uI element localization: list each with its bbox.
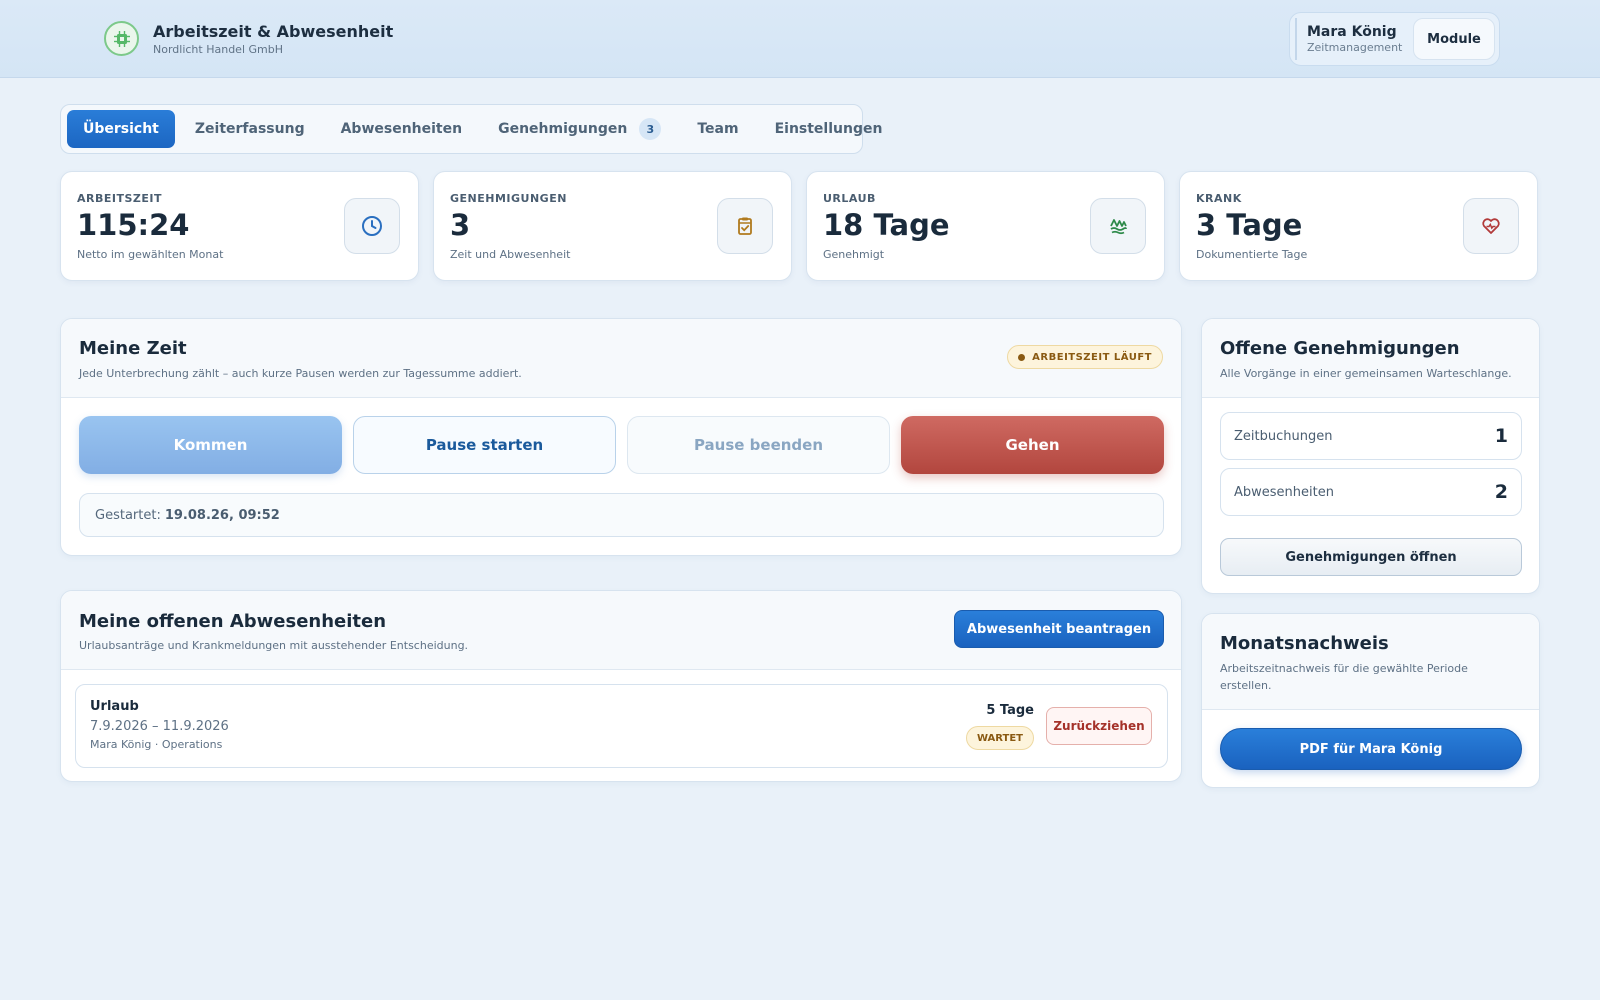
stat-value: 18 Tage	[823, 208, 950, 242]
tab-absences[interactable]: Abwesenheiten	[325, 110, 479, 148]
tab-team[interactable]: Team	[681, 110, 754, 148]
status-badge: WARTET	[965, 726, 1034, 750]
started-label: Gestartet:	[95, 507, 161, 523]
clock-in-button[interactable]: Kommen	[79, 416, 342, 474]
app-title: Arbeitszeit & Abwesenheit	[153, 21, 394, 41]
stat-sub: Genehmigt	[823, 248, 885, 261]
pending-approvals-desc: Alle Vorgänge in einer gemeinsamen Warte…	[1220, 367, 1512, 380]
stat-label: URLAUB	[823, 192, 876, 205]
tab-label: Zeiterfassung	[194, 121, 305, 137]
status-dot-icon	[1018, 353, 1026, 361]
started-info: Gestartet: 19.08.26, 09:52	[79, 493, 1164, 537]
stat-card-sick: KRANK 3 Tage Dokumentierte Tage	[1179, 171, 1538, 281]
stat-label: ARBEITSZEIT	[77, 192, 162, 205]
my-time-header: Meine Zeit Jede Unterbrechung zählt – au…	[61, 319, 1181, 398]
tab-label: Abwesenheiten	[340, 121, 463, 137]
tab-overview[interactable]: Übersicht	[67, 110, 175, 148]
my-time-desc: Jede Unterbrechung zählt – auch kurze Pa…	[79, 367, 522, 380]
stat-label: KRANK	[1196, 192, 1242, 205]
stat-card-worktime: ARBEITSZEIT 115:24 Netto im gewählten Mo…	[60, 171, 419, 281]
stat-value: 115:24	[77, 208, 190, 242]
top-bar: Arbeitszeit & Abwesenheit Nordlicht Hand…	[0, 0, 1600, 78]
approvals-count-badge: 3	[639, 118, 662, 140]
open-absences-panel: Meine offenen Abwesenheiten Urlaubsanträ…	[60, 590, 1182, 782]
stat-sub: Dokumentierte Tage	[1196, 248, 1308, 261]
vacation-icon	[1090, 198, 1146, 254]
pending-approvals-panel: Offene Genehmigungen Alle Vorgänge in ei…	[1201, 318, 1540, 594]
stat-value: 3	[450, 208, 471, 242]
absence-person: Mara König · Operations	[90, 738, 223, 751]
monthly-report-desc: Arbeitszeitnachweis für die gewählte Per…	[1220, 662, 1468, 692]
pending-approvals-header: Offene Genehmigungen Alle Vorgänge in ei…	[1202, 319, 1539, 398]
request-absence-button[interactable]: Abwesenheit beantragen	[954, 610, 1164, 648]
user-box: Mara König Zeitmanagement Module	[1289, 12, 1500, 66]
open-approvals-button[interactable]: Genehmigungen öffnen	[1220, 538, 1522, 576]
stat-card-vacation: URLAUB 18 Tage Genehmigt	[806, 171, 1165, 281]
work-status-badge: ARBEITSZEIT LÄUFT	[1007, 345, 1163, 369]
withdraw-button[interactable]: Zurückziehen	[1046, 707, 1152, 745]
monthly-report-panel: Monatsnachweis Arbeitszeitnachweis für d…	[1201, 613, 1540, 788]
stat-sub: Netto im gewählten Monat	[77, 248, 224, 261]
open-absences-header: Meine offenen Abwesenheiten Urlaubsanträ…	[61, 591, 1181, 670]
tab-time-tracking[interactable]: Zeiterfassung	[179, 110, 321, 148]
brand: Arbeitszeit & Abwesenheit Nordlicht Hand…	[104, 21, 393, 56]
approval-row-time-entries[interactable]: Zeitbuchungen 1	[1220, 412, 1522, 460]
list-item: Urlaub 7.9.2026 – 11.9.2026 Mara König ·…	[75, 684, 1168, 768]
tab-settings[interactable]: Einstellungen	[759, 110, 899, 148]
company-name: Nordlicht Handel GmbH	[153, 42, 283, 56]
stat-value: 3 Tage	[1196, 208, 1303, 242]
approval-row-label: Abwesenheiten	[1234, 484, 1334, 500]
tab-label: Übersicht	[83, 121, 159, 137]
start-break-button[interactable]: Pause starten	[353, 416, 616, 474]
approval-row-count: 2	[1494, 481, 1508, 503]
approval-row-count: 1	[1494, 425, 1508, 447]
main-tabs: Übersicht Zeiterfassung Abwesenheiten Ge…	[60, 104, 882, 154]
end-break-button[interactable]: Pause beenden	[627, 416, 890, 474]
started-value: 19.08.26, 09:52	[164, 507, 280, 523]
tab-label: Genehmigungen	[498, 121, 628, 137]
clipboard-check-icon	[717, 198, 773, 254]
tab-approvals[interactable]: Genehmigungen 3	[482, 110, 677, 148]
user-name: Mara König	[1307, 24, 1397, 40]
tab-label: Einstellungen	[774, 121, 883, 137]
pending-approvals-title: Offene Genehmigungen	[1220, 338, 1460, 359]
approval-row-absences[interactable]: Abwesenheiten 2	[1220, 468, 1522, 516]
my-time-panel: Meine Zeit Jede Unterbrechung zählt – au…	[60, 318, 1182, 556]
stat-label: GENEHMIGUNGEN	[450, 192, 567, 205]
approval-row-label: Zeitbuchungen	[1234, 428, 1333, 444]
monthly-report-title: Monatsnachweis	[1220, 633, 1389, 654]
user-info: Mara König Zeitmanagement	[1295, 18, 1402, 60]
absence-range: 7.9.2026 – 11.9.2026	[90, 719, 229, 734]
user-role: Zeitmanagement	[1307, 41, 1403, 54]
tab-label: Team	[697, 121, 739, 137]
app-logo-icon	[104, 21, 139, 56]
pdf-export-button[interactable]: PDF für Mara König	[1220, 728, 1522, 770]
work-status-label: ARBEITSZEIT LÄUFT	[1032, 351, 1152, 363]
monthly-report-header: Monatsnachweis Arbeitszeitnachweis für d…	[1202, 614, 1539, 710]
absence-days: 5 Tage	[986, 703, 1034, 718]
my-time-title: Meine Zeit	[79, 338, 187, 359]
heart-pulse-icon	[1463, 198, 1519, 254]
stat-card-approvals: GENEHMIGUNGEN 3 Zeit und Abwesenheit	[433, 171, 792, 281]
clock-icon	[344, 198, 400, 254]
stat-sub: Zeit und Abwesenheit	[450, 248, 571, 261]
absence-type: Urlaub	[90, 699, 139, 714]
modules-button[interactable]: Module	[1413, 18, 1495, 60]
clock-out-button[interactable]: Gehen	[901, 416, 1164, 474]
